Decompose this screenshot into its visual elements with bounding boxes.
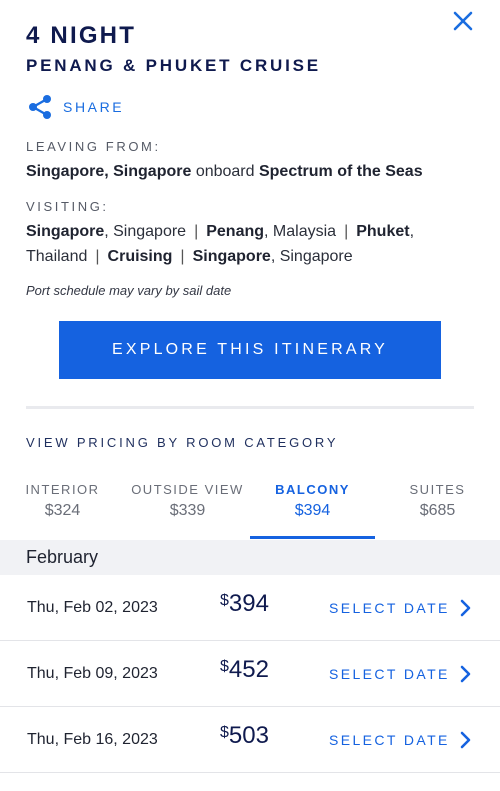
visiting-line-1: Singapore, Singapore | Penang, Malaysia | Ph… [26,223,415,240]
stop-name: Singapore [26,223,105,240]
select-date-label: SELECT DATE [329,666,450,682]
explore-itinerary-button[interactable]: EXPLORE THIS ITINERARY [59,321,441,379]
stop-name: Phuket [356,223,410,240]
share-label: SHARE [63,99,125,115]
leaving-from-label: LEAVING FROM: [26,139,161,154]
month-label: February [26,547,99,567]
stop-region: Singapore [113,223,187,240]
price-amount: 452 [228,656,269,683]
departure-port: Singapore, Singapore [26,163,192,180]
sail-date: Thu, Feb 02, 2023 [27,599,158,616]
tab-price: $685 [419,502,456,519]
visiting-label: VISITING: [26,199,109,214]
close-button[interactable] [448,6,478,36]
stop-region: Singapore [279,248,353,265]
price-amount: 394 [228,590,269,617]
sail-date: Thu, Feb 09, 2023 [27,665,158,682]
sail-date-row: Thu, Feb 02, 2023 $394 SELECT DATE [0,575,500,641]
onboard-connector: onboard [195,163,255,180]
select-date-button[interactable]: SELECT DATE [329,731,472,749]
tab-price: $324 [44,502,81,519]
currency-symbol: $ [220,724,229,741]
stop-separator: | [344,223,349,240]
price-amount: 503 [228,722,269,749]
close-icon [453,11,473,31]
section-divider [26,406,474,409]
currency-symbol: $ [220,658,229,675]
ship-name: Spectrum of the Seas [258,163,423,180]
pricing-heading: VIEW PRICING BY ROOM CATEGORY [26,435,339,450]
currency-symbol: $ [220,592,229,609]
tab-interior[interactable]: INTERIOR $324 [0,472,125,540]
tab-outside-view[interactable]: OUTSIDE VIEW $339 [125,472,250,540]
tab-price: $394 [294,502,331,519]
share-button[interactable]: SHARE [27,94,124,120]
chevron-right-icon [460,599,472,617]
share-icon [29,95,51,119]
tab-price: $339 [169,502,206,519]
stop-name: Cruising [107,248,173,265]
tab-label: OUTSIDE VIEW [131,482,244,497]
sail-date-row: Thu, Feb 09, 2023 $452 SELECT DATE [0,641,500,707]
room-category-tabs: INTERIOR $324 OUTSIDE VIEW $339 BALCONY … [0,472,500,540]
stop-name: Penang [206,223,265,240]
select-date-button[interactable]: SELECT DATE [329,599,472,617]
cruise-duration-title: 4 NIGHT [26,22,137,49]
stop-name: Singapore [192,248,271,265]
tab-label: SUITES [409,482,466,497]
cruise-name-title: PENANG & PHUKET CRUISE [26,56,321,75]
stop-separator: | [180,248,185,265]
sail-date: Thu, Feb 16, 2023 [27,731,158,748]
sail-date-row: Thu, Feb 16, 2023 $503 SELECT DATE [0,707,500,773]
tab-balcony[interactable]: BALCONY $394 [250,472,375,540]
stop-separator: | [95,248,100,265]
sail-price: $394 [220,590,269,618]
select-date-label: SELECT DATE [329,600,450,616]
chevron-right-icon [460,665,472,683]
tab-suites[interactable]: SUITES $685 [375,472,500,540]
select-date-label: SELECT DATE [329,732,450,748]
stop-separator: | [194,223,199,240]
port-schedule-note: Port schedule may vary by sail date [26,283,232,298]
select-date-button[interactable]: SELECT DATE [329,665,472,683]
stop-region: Thailand [26,248,88,265]
month-header: February [0,540,500,575]
chevron-right-icon [460,731,472,749]
tab-label: INTERIOR [25,482,100,497]
sail-price: $503 [220,722,269,750]
visiting-line-2: Thailand | Cruising | Singapore, Singapore [26,248,353,265]
sail-price: $452 [220,656,269,684]
tab-label: BALCONY [275,482,350,497]
active-tab-indicator [250,536,375,539]
stop-region: Malaysia [272,223,337,240]
departure-info: Singapore, Singapore onboard Spectrum of… [26,163,423,181]
